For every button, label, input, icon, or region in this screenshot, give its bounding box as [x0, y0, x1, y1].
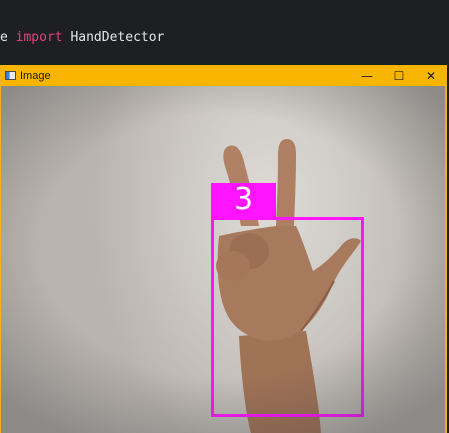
minimize-icon: —	[361, 68, 373, 83]
window-title: Image	[20, 69, 51, 82]
hand-image	[216, 139, 361, 433]
code-prefix: e	[0, 30, 16, 45]
code-editor-background: e import HandDetector	[0, 0, 449, 70]
finger-count-label: 3	[211, 183, 276, 217]
app-window-icon	[5, 71, 16, 80]
close-button[interactable]: ✕	[415, 65, 445, 86]
minimize-button[interactable]: —	[351, 65, 383, 86]
code-line: e import HandDetector	[0, 30, 164, 45]
maximize-button[interactable]: ☐	[383, 65, 415, 86]
image-window: Image — ☐ ✕ 3	[0, 65, 447, 433]
hand-bounding-box	[211, 217, 364, 417]
code-keyword: import	[15, 30, 63, 45]
close-icon: ✕	[425, 68, 437, 83]
window-titlebar[interactable]: Image — ☐ ✕	[1, 65, 445, 86]
maximize-icon: ☐	[393, 68, 405, 83]
code-suffix: HandDetector	[62, 30, 165, 45]
camera-frame: 3	[1, 86, 445, 433]
